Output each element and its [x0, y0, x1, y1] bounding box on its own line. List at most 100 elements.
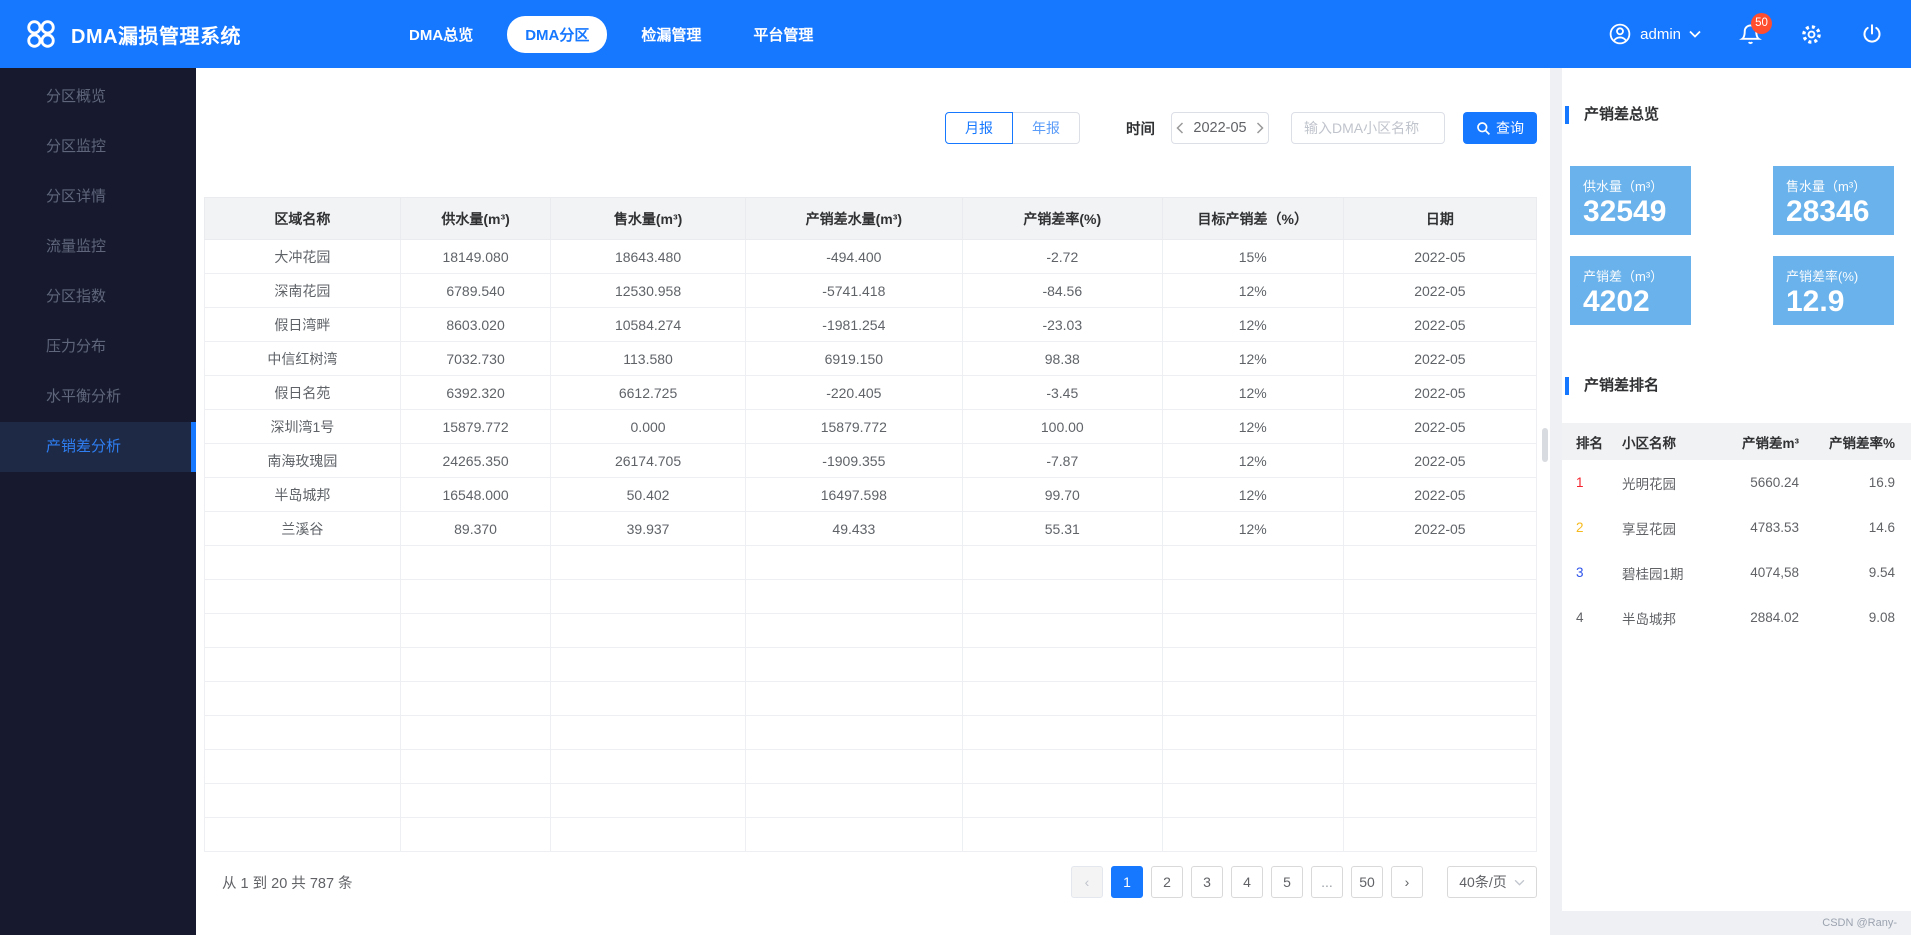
page-size-select[interactable]: 40条/页	[1447, 866, 1537, 898]
prev-page-button[interactable]: ‹	[1071, 866, 1103, 898]
rank-nrw-value: 2884.02	[1689, 610, 1799, 625]
region-name-link[interactable]: 中信红树湾	[205, 342, 401, 376]
table-cell: 12530.958	[551, 274, 745, 308]
empty-cell	[551, 648, 745, 682]
page-ellipsis[interactable]: ...	[1311, 866, 1343, 898]
rank-number: 4	[1576, 610, 1622, 625]
table-header: 区域名称供水量(m³)售水量(m³)产销差水量(m³)产销差率(%)目标产销差（…	[205, 198, 1537, 240]
table-cell: 0.000	[551, 410, 745, 444]
table-cell: 2022-05	[1343, 376, 1536, 410]
empty-cell	[1343, 818, 1536, 852]
table-cell: 6392.320	[400, 376, 551, 410]
sidebar-item-1[interactable]: 分区概览	[0, 72, 196, 122]
table-cell: 16497.598	[745, 478, 962, 512]
region-name-link[interactable]: 大冲花园	[205, 240, 401, 274]
right-panel: 产销差总览 供水量（m³）32549售水量（m³）28346产销差（m³）420…	[1562, 68, 1911, 911]
table-cell: 2022-05	[1343, 410, 1536, 444]
page-button-3[interactable]: 3	[1191, 866, 1223, 898]
table-cell: 55.31	[962, 512, 1162, 546]
sidebar-item-8[interactable]: 产销差分析	[0, 422, 196, 472]
page-button-2[interactable]: 2	[1151, 866, 1183, 898]
user-menu[interactable]: admin	[1608, 22, 1701, 46]
region-name-link[interactable]: 兰溪谷	[205, 512, 401, 546]
date-picker[interactable]: 2022-05	[1171, 112, 1269, 144]
settings-gear-icon[interactable]	[1800, 23, 1823, 46]
table-cell: -5741.418	[745, 274, 962, 308]
prev-month-icon[interactable]	[1176, 122, 1184, 134]
app-root: DMA漏损管理系统 DMA总览 DMA分区检漏管理平台管理 admin	[0, 0, 1911, 935]
topnav-item-1[interactable]: DMA总览	[391, 16, 491, 53]
table-body: 大冲花园18149.08018643.480-494.400-2.7215%20…	[205, 240, 1537, 852]
region-name-link[interactable]: 深圳湾1号	[205, 410, 401, 444]
empty-cell	[1343, 546, 1536, 580]
empty-cell	[1162, 750, 1343, 784]
stat-card-1: 供水量（m³）32549	[1570, 166, 1691, 235]
table-cell: 89.370	[400, 512, 551, 546]
empty-cell	[400, 818, 551, 852]
region-name-link[interactable]: 半岛城邦	[205, 478, 401, 512]
table-cell: 12%	[1162, 444, 1343, 478]
topnav-item-3[interactable]: 检漏管理	[623, 16, 719, 53]
empty-cell	[205, 546, 401, 580]
empty-cell	[1162, 716, 1343, 750]
empty-cell	[205, 580, 401, 614]
page-buttons: 12345...50	[1111, 866, 1383, 898]
next-page-button[interactable]: ›	[1391, 866, 1423, 898]
page-button-1[interactable]: 1	[1111, 866, 1143, 898]
region-name-link[interactable]: 假日名苑	[205, 376, 401, 410]
toggle-yearly[interactable]: 年报	[1013, 112, 1080, 144]
empty-cell	[1343, 784, 1536, 818]
app-logo-icon	[24, 17, 58, 51]
notifications-button[interactable]: 50	[1739, 23, 1762, 46]
table-cell: 50.402	[551, 478, 745, 512]
search-input[interactable]	[1291, 112, 1445, 144]
logout-power-icon[interactable]	[1861, 23, 1883, 45]
empty-cell	[962, 784, 1162, 818]
query-toolbar: 月报年报 时间 2022-05	[204, 112, 1537, 144]
topnav-item-2[interactable]: DMA分区	[507, 16, 607, 53]
table-row-empty	[205, 546, 1537, 580]
empty-cell	[400, 682, 551, 716]
column-header: 产销差率(%)	[962, 198, 1162, 240]
sidebar-item-2[interactable]: 分区监控	[0, 122, 196, 172]
rank-nrw-rate: 14.6	[1799, 520, 1895, 535]
empty-cell	[745, 682, 962, 716]
rank-nrw-rate: 9.08	[1799, 610, 1895, 625]
sidebar-item-5[interactable]: 分区指数	[0, 272, 196, 322]
empty-cell	[400, 546, 551, 580]
sidebar-item-4[interactable]: 流量监控	[0, 222, 196, 272]
table-scrollbar[interactable]	[1542, 428, 1548, 462]
page-button-4[interactable]: 4	[1231, 866, 1263, 898]
table-cell: 12%	[1162, 410, 1343, 444]
ranking-row: 4半岛城邦2884.029.08	[1562, 595, 1911, 640]
column-header: 日期	[1343, 198, 1536, 240]
rank-nrw-rate: 16.9	[1799, 475, 1895, 490]
table-row-empty	[205, 818, 1537, 852]
sidebar-item-3[interactable]: 分区详情	[0, 172, 196, 222]
empty-cell	[205, 784, 401, 818]
table-cell: 39.937	[551, 512, 745, 546]
empty-cell	[205, 716, 401, 750]
region-name-link[interactable]: 深南花园	[205, 274, 401, 308]
app-title: DMA漏损管理系统	[71, 20, 241, 49]
region-name-link[interactable]: 南海玫瑰园	[205, 444, 401, 478]
page-button-50[interactable]: 50	[1351, 866, 1383, 898]
next-month-icon[interactable]	[1256, 122, 1264, 134]
overview-title: 产销差总览	[1562, 104, 1911, 126]
toggle-monthly[interactable]: 月报	[945, 112, 1013, 144]
page-button-5[interactable]: 5	[1271, 866, 1303, 898]
topnav-item-4[interactable]: 平台管理	[735, 16, 831, 53]
empty-cell	[1343, 682, 1536, 716]
table-row-empty	[205, 580, 1537, 614]
query-button[interactable]: 查询	[1463, 112, 1537, 144]
stat-card-value: 28346	[1786, 195, 1894, 230]
empty-cell	[745, 818, 962, 852]
table-row: 半岛城邦16548.00050.40216497.59899.7012%2022…	[205, 478, 1537, 512]
table-row: 中信红树湾7032.730113.5806919.15098.3812%2022…	[205, 342, 1537, 376]
table-cell: 2022-05	[1343, 274, 1536, 308]
rank-community-name: 碧桂园1期	[1622, 563, 1689, 583]
table-cell: 2022-05	[1343, 240, 1536, 274]
sidebar-item-6[interactable]: 压力分布	[0, 322, 196, 372]
sidebar-item-7[interactable]: 水平衡分析	[0, 372, 196, 422]
region-name-link[interactable]: 假日湾畔	[205, 308, 401, 342]
